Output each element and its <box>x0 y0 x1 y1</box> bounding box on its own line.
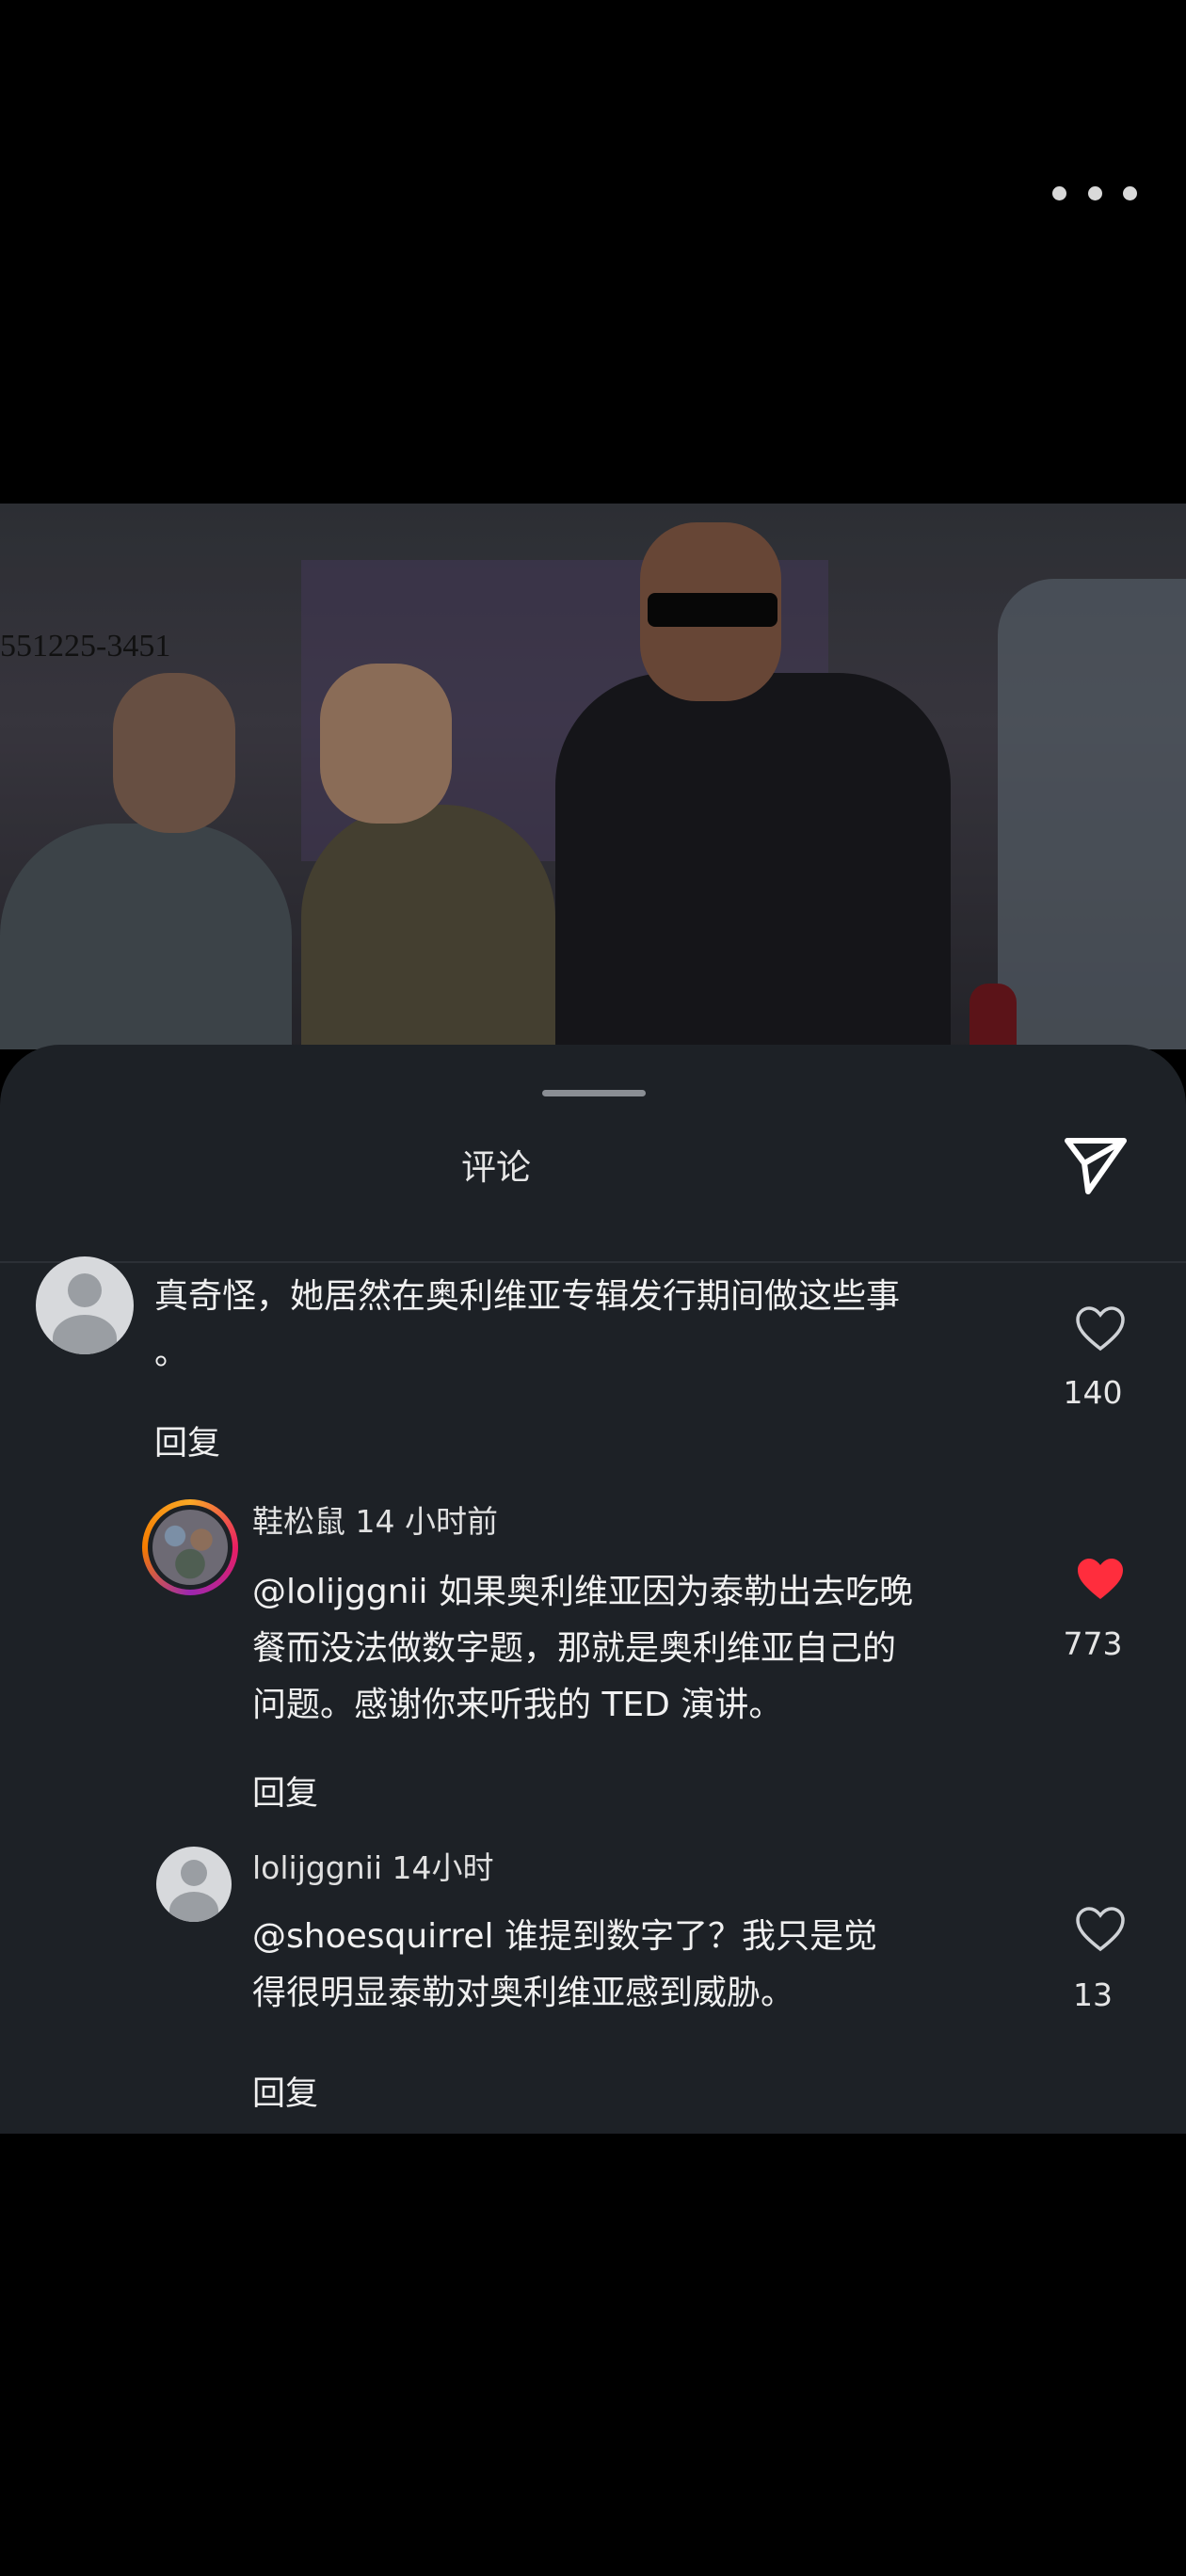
comment-text: @lolijggnii 如果奥利维亚因为泰勒出去吃晚 餐而没法做数字题，那就是奥… <box>252 1573 914 1724</box>
reply-button[interactable]: 回复 <box>252 1767 318 1815</box>
dot-icon <box>1087 185 1102 200</box>
dot-icon <box>1052 185 1066 200</box>
heart-icon[interactable] <box>1074 1906 1127 1953</box>
drag-handle[interactable] <box>542 1090 646 1096</box>
like-count: 13 <box>1073 1976 1113 2013</box>
send-icon[interactable] <box>1062 1131 1130 1199</box>
like-count: 140 <box>1063 1374 1123 1411</box>
avatar[interactable] <box>36 1256 134 1354</box>
heart-filled-icon[interactable] <box>1074 1556 1127 1603</box>
comment-meta: lolijggnii 14小时 <box>252 1849 494 1886</box>
comments-title: 评论 <box>461 1147 531 1188</box>
like-count: 773 <box>1063 1625 1123 1662</box>
reply-button[interactable]: 回复 <box>154 1416 220 1464</box>
post-photo <box>0 504 1186 1049</box>
comment-text: 真奇怪，她居然在奥利维亚专辑发行期间做这些事 。 <box>154 1277 901 1372</box>
comment-text: @shoesquirrel 谁提到数字了？我只是觉 得很明显泰勒对奥利维亚感到威… <box>252 1917 877 2012</box>
divider <box>0 1261 1186 1263</box>
avatar[interactable] <box>156 1847 232 1922</box>
comment-meta: 鞋松鼠 14 小时前 <box>252 1503 498 1540</box>
avatar[interactable] <box>142 1499 238 1595</box>
reply-button[interactable]: 回复 <box>252 2067 318 2115</box>
more-options-button[interactable] <box>1052 179 1137 207</box>
photo-id-label: 551225-3451 <box>0 629 171 664</box>
dot-icon <box>1123 185 1137 200</box>
heart-icon[interactable] <box>1074 1305 1127 1352</box>
comments-sheet: 评论 真奇怪，她居然在奥利维亚专辑发行期间做这些事 。 回复 140 鞋松鼠 1… <box>0 1045 1186 2134</box>
